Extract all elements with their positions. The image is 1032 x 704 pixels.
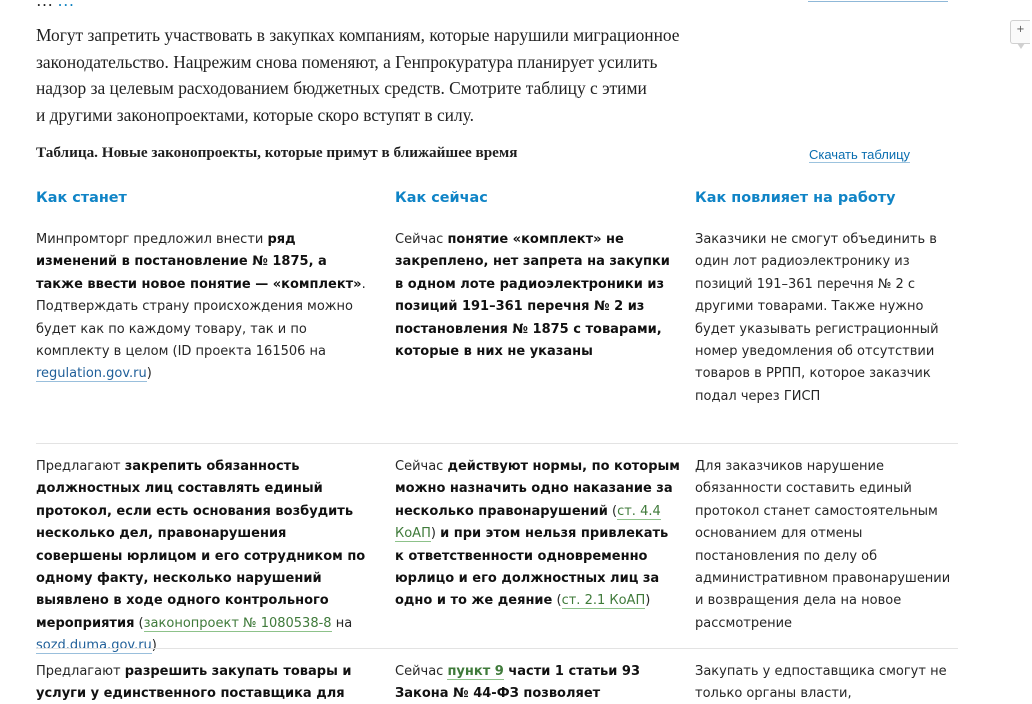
cell-text: ( [134, 615, 144, 631]
cell-bold-text: понятие «комплект» не закреплено, нет за… [395, 232, 670, 360]
fragment-text: … [36, 0, 53, 6]
table-cell: Минпромторг предложил внести ряд изменен… [36, 229, 376, 386]
bill-link[interactable]: законопроект № 1080538-8 [143, 615, 332, 632]
fragment-link[interactable]: … [57, 0, 75, 6]
cell-text: ) [151, 638, 157, 654]
previous-paragraph-fragment: … … [36, 0, 75, 6]
lead-line: законодательство. Нацрежим снова поменяю… [36, 51, 658, 72]
lead-line: и другими законопроектами, которые скоро… [36, 104, 474, 125]
regulation-link[interactable]: regulation.gov.ru [36, 366, 147, 383]
table-cell: Предлагают разрешить закупать товары и у… [36, 661, 376, 704]
cell-text: Предлагают [36, 459, 125, 474]
cell-text: Сейчас [395, 459, 448, 474]
cell-text: ) [146, 366, 152, 382]
column-header-now: Как сейчас [395, 190, 488, 206]
koap-2-1-link[interactable]: ст. 2.1 КоАП [561, 593, 646, 610]
cell-text: ( [552, 593, 562, 609]
cell-text: ) [645, 593, 651, 609]
lead-line: надзор за целевым расходованием бюджетны… [36, 78, 647, 98]
row-divider [36, 443, 958, 444]
table-cell: Сейчас пункт 9 части 1 статьи 93 Закона … [395, 661, 680, 704]
plus-icon: + [1016, 24, 1025, 35]
cell-text: Минпромторг предложил внести [36, 232, 268, 247]
table-title: Таблица. Новые законопроекты, которые пр… [36, 144, 518, 161]
cell-text: на [331, 615, 353, 631]
cut-off-top-line: … … [0, 0, 1032, 6]
cell-text: Сейчас [395, 232, 448, 247]
table-cell: Для заказчиков нарушение обязанности сос… [695, 459, 951, 631]
table-cell: Закупать у едпоставщика смогут не только… [695, 664, 947, 702]
table-cell: Заказчики не смогут объединить в один ло… [695, 232, 939, 404]
table-cell: Предлагают закрепить обязанность должнос… [36, 456, 376, 658]
column-header-will-be: Как станет [36, 190, 127, 206]
cell-text: Сейчас [395, 664, 448, 679]
cell-text: Предлагают [36, 664, 125, 679]
table-cell: Сейчас действуют нормы, по которым можно… [395, 456, 680, 613]
download-table-link[interactable]: Скачать таблицу [809, 147, 911, 163]
column-header-impact: Как повлияет на работу [695, 190, 896, 206]
lead-line: Могут запретить участвовать в закупках к… [36, 25, 680, 45]
lead-paragraph: Могут запретить участвовать в закупках к… [36, 22, 756, 128]
cell-text: ) [430, 526, 441, 542]
sozd-link[interactable]: sozd.duma.gov.ru [36, 638, 152, 655]
side-add-button[interactable]: + [1010, 20, 1030, 49]
cell-bold-text: закрепить обязанность должностных лиц со… [36, 459, 366, 631]
row-divider [36, 648, 958, 649]
cut-off-underline [808, 0, 948, 2]
cell-text: ( [607, 503, 618, 519]
punkt-9-link[interactable]: пункт 9 [447, 664, 504, 680]
table-cell: Сейчас понятие «комплект» не закреплено,… [395, 229, 680, 363]
